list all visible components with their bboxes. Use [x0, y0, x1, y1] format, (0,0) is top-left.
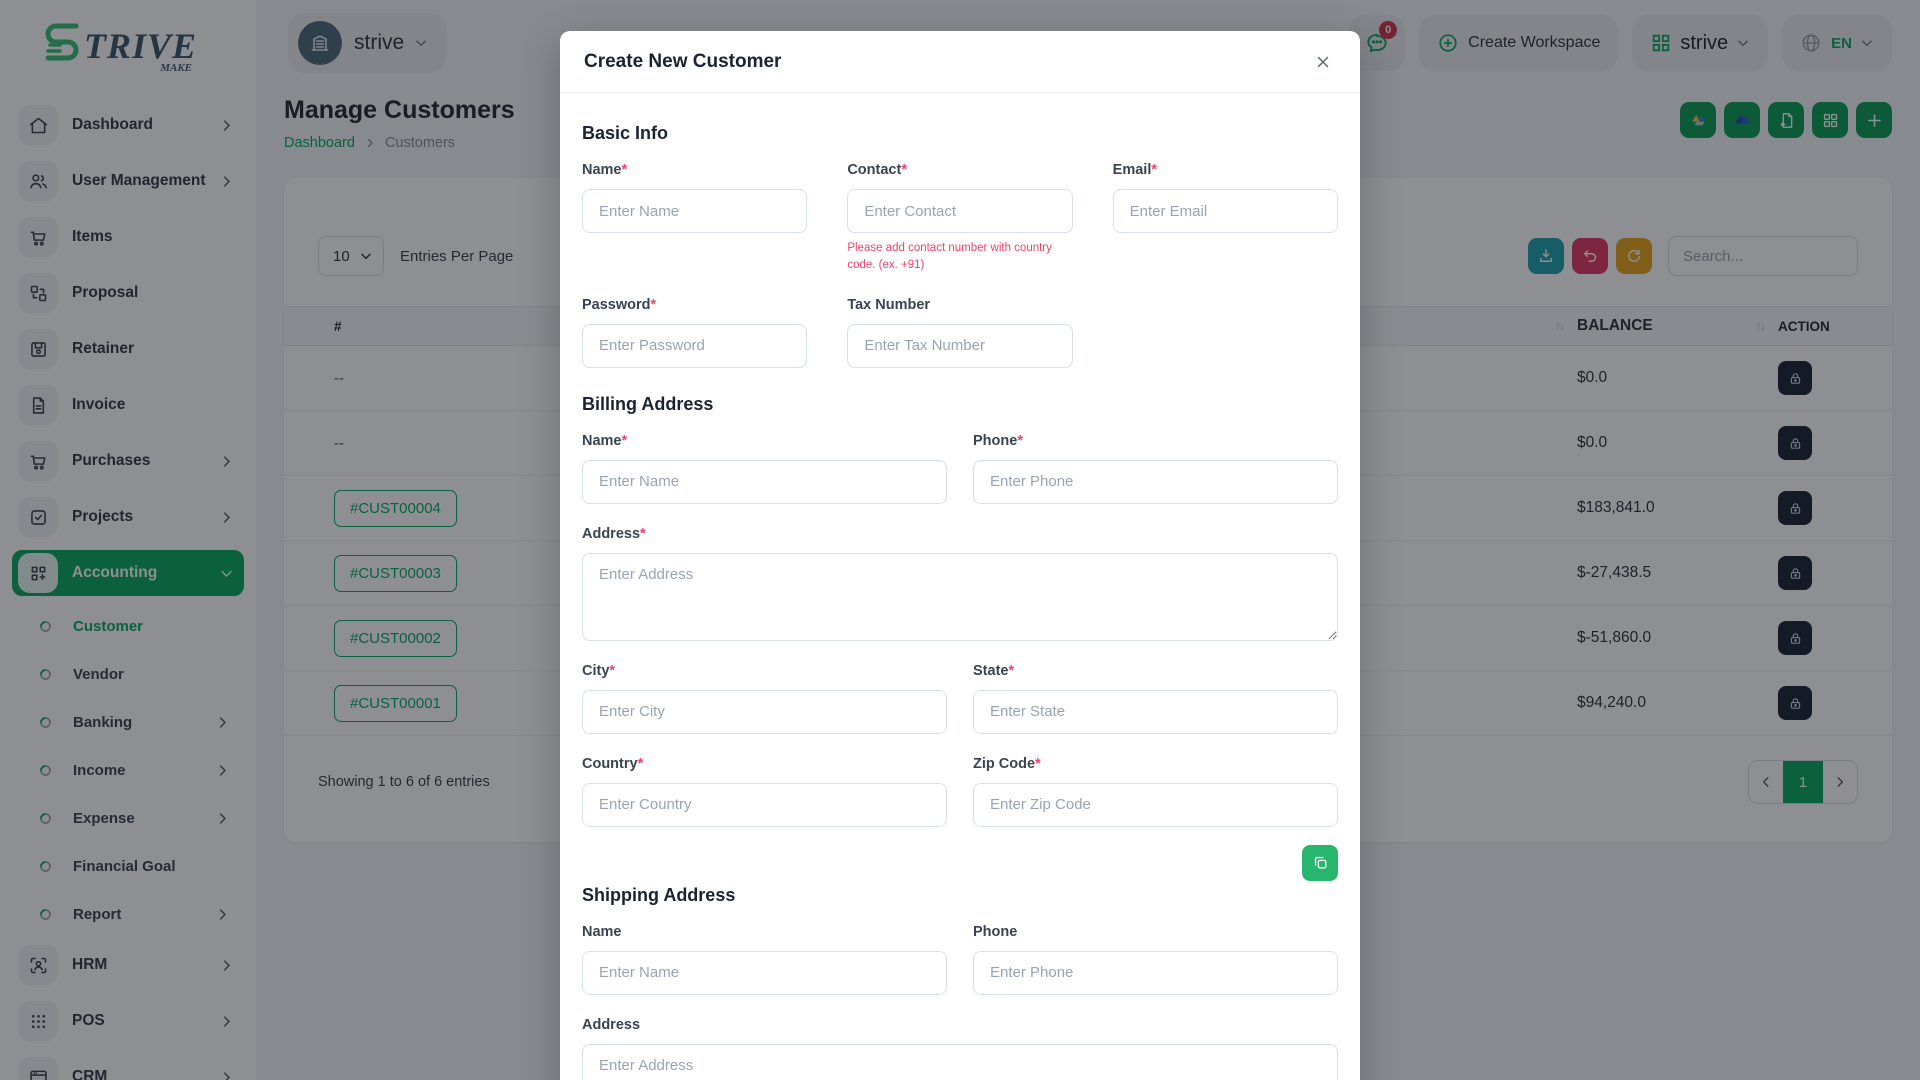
close-icon	[1314, 53, 1332, 71]
shipping-name-input[interactable]	[582, 951, 947, 995]
field-billing-state: State*	[973, 663, 1338, 734]
billing-country-input[interactable]	[582, 783, 947, 827]
field-label: Name*	[582, 162, 807, 178]
tax-number-input[interactable]	[847, 324, 1072, 368]
field-label: City*	[582, 663, 947, 679]
field-billing-name: Name*	[582, 433, 947, 504]
copy-billing-row	[582, 845, 1338, 881]
section-title-basic-info: Basic Info	[582, 123, 1338, 144]
field-shipping-address: Address	[582, 1017, 1338, 1080]
section-title-billing-address: Billing Address	[582, 394, 1338, 415]
field-label: Tax Number	[847, 297, 1072, 313]
field-contact: Contact* Please add contact number with …	[847, 162, 1072, 275]
field-billing-address: Address*	[582, 526, 1338, 641]
field-shipping-name: Name	[582, 924, 947, 995]
field-email: Email*	[1113, 162, 1338, 275]
field-billing-country: Country*	[582, 756, 947, 827]
modal-header: Create New Customer	[560, 31, 1360, 93]
close-button[interactable]	[1310, 49, 1336, 75]
contact-input[interactable]	[847, 189, 1072, 233]
copy-icon	[1312, 854, 1329, 871]
name-input[interactable]	[582, 189, 807, 233]
shipping-address-textarea[interactable]	[582, 1044, 1338, 1080]
email-input[interactable]	[1113, 189, 1338, 233]
contact-helper-text: Please add contact number with country c…	[847, 240, 1072, 275]
modal-title: Create New Customer	[584, 51, 781, 73]
section-title-shipping-address: Shipping Address	[582, 885, 1338, 906]
field-label: Contact*	[847, 162, 1072, 178]
field-label: State*	[973, 663, 1338, 679]
field-label: Phone*	[973, 433, 1338, 449]
field-label: Address	[582, 1017, 1338, 1033]
field-label: Country*	[582, 756, 947, 772]
billing-address-textarea[interactable]	[582, 553, 1338, 641]
billing-state-input[interactable]	[973, 690, 1338, 734]
billing-zip-input[interactable]	[973, 783, 1338, 827]
field-label: Name	[582, 924, 947, 940]
field-shipping-phone: Phone	[973, 924, 1338, 995]
create-customer-modal: Create New Customer Basic Info Name* Con…	[560, 31, 1360, 1080]
billing-name-input[interactable]	[582, 460, 947, 504]
field-billing-phone: Phone*	[973, 433, 1338, 504]
field-name: Name*	[582, 162, 807, 275]
password-input[interactable]	[582, 324, 807, 368]
field-label: Zip Code*	[973, 756, 1338, 772]
billing-phone-input[interactable]	[973, 460, 1338, 504]
field-billing-zip: Zip Code*	[973, 756, 1338, 827]
field-billing-city: City*	[582, 663, 947, 734]
field-password: Password*	[582, 297, 807, 368]
field-label: Email*	[1113, 162, 1338, 178]
field-label: Address*	[582, 526, 1338, 542]
copy-billing-to-shipping-button[interactable]	[1302, 845, 1338, 881]
field-tax-number: Tax Number	[847, 297, 1072, 368]
field-label: Phone	[973, 924, 1338, 940]
field-label: Password*	[582, 297, 807, 313]
field-label: Name*	[582, 433, 947, 449]
shipping-phone-input[interactable]	[973, 951, 1338, 995]
modal-body: Basic Info Name* Contact* Please add con…	[560, 93, 1360, 1080]
billing-city-input[interactable]	[582, 690, 947, 734]
